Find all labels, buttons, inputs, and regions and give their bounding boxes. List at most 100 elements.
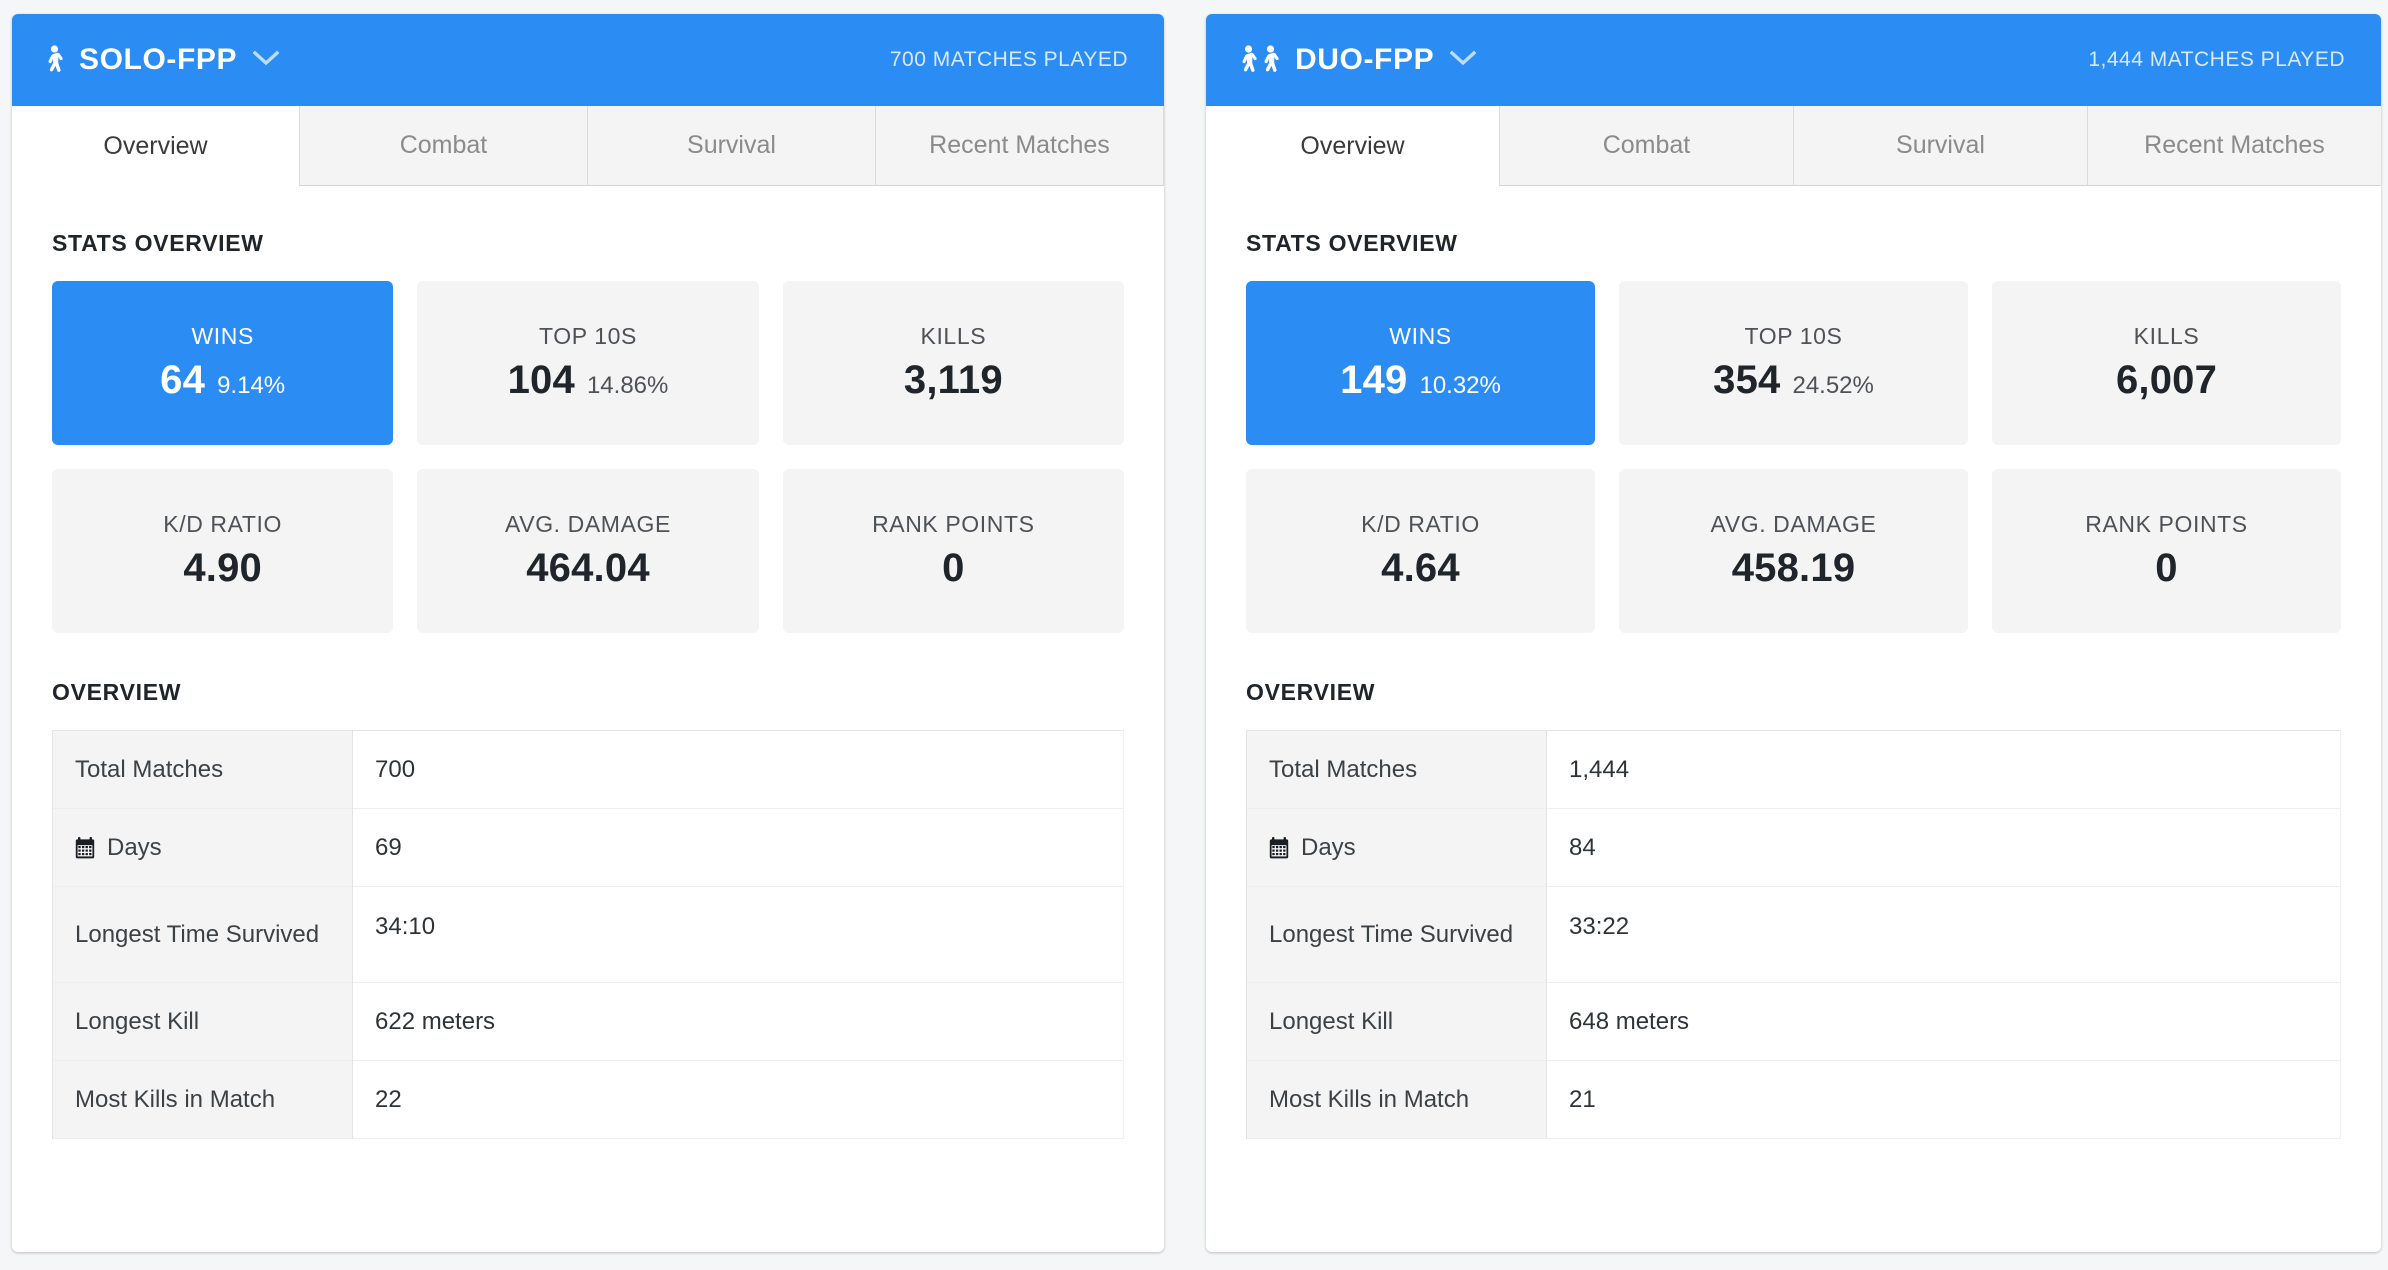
overview-title: OVERVIEW	[1246, 679, 1376, 705]
tab-label: Overview	[1300, 131, 1405, 160]
stat-card-k-d-ratio[interactable]: K/D RATIO 4.64	[1246, 469, 1595, 633]
stat-card-label: KILLS	[920, 323, 987, 349]
table-row: Days 84	[1246, 808, 2341, 887]
stat-card-wins[interactable]: WINS 64 9.14%	[52, 281, 394, 445]
overview-row-value: 21	[1546, 1060, 2341, 1139]
stat-card-top-10s[interactable]: TOP 10S 104 14.86%	[417, 281, 759, 445]
overview-row-value: 84	[1546, 808, 2341, 887]
stat-card-rank-points[interactable]: RANK POINTS 0	[1992, 469, 2341, 633]
mode-label: DUO-FPP	[1295, 43, 1435, 76]
matches-played-count: 700 MATCHES PLAYED	[889, 48, 1128, 71]
tab-bar: Overview Combat Survival Recent Matches	[1206, 106, 2381, 187]
tab-recent-matches[interactable]: Recent Matches	[2088, 106, 2381, 185]
stat-card-wins[interactable]: WINS 149 10.32%	[1246, 281, 1595, 445]
stat-card-label: K/D RATIO	[163, 511, 283, 537]
table-row: Total Matches 1,444	[1246, 730, 2341, 809]
stats-grid: WINS 64 9.14% TOP 10S 104 14.86% KILLS 3,119 K/D…	[52, 281, 1124, 633]
overview-row-key: Days	[1246, 808, 1547, 887]
overview-row-value: 622 meters	[352, 982, 1124, 1061]
overview-table: Total Matches 700 Days 69 Longest Time Survi…	[52, 730, 1124, 1139]
tab-label: Recent Matches	[929, 131, 1110, 159]
calendar-icon	[1269, 836, 1289, 859]
stat-card-avg-damage[interactable]: AVG. DAMAGE 464.04	[417, 469, 759, 633]
stat-card-value: 3,119	[903, 358, 1003, 402]
stat-card-percent: 9.14%	[217, 372, 286, 399]
stats-grid: WINS 149 10.32% TOP 10S 354 24.52% KILLS 6,007 K…	[1246, 281, 2341, 633]
stat-card-label: AVG. DAMAGE	[505, 511, 671, 537]
table-row: Longest Kill 622 meters	[52, 982, 1124, 1061]
overview-row-value: 34:10	[352, 886, 1124, 983]
overview-row-key: Longest Time Survived	[1246, 886, 1547, 983]
stat-card-value-row: 104 14.86%	[508, 358, 669, 403]
stat-card-kills[interactable]: KILLS 6,007	[1992, 281, 2341, 445]
tab-survival[interactable]: Survival	[588, 106, 876, 185]
overview-row-key: Most Kills in Match	[52, 1060, 353, 1139]
stat-card-avg-damage[interactable]: AVG. DAMAGE 458.19	[1619, 469, 1968, 633]
matches-played-count: 1,444 MATCHES PLAYED	[2088, 48, 2345, 71]
stat-card-value-row: 464.04	[526, 546, 650, 591]
mode-label: SOLO-FPP	[79, 43, 238, 76]
stat-card-top-10s[interactable]: TOP 10S 354 24.52%	[1619, 281, 1968, 445]
stat-card-value: 149	[1340, 358, 1408, 402]
tab-combat[interactable]: Combat	[300, 106, 588, 185]
chevron-down-icon[interactable]	[252, 50, 280, 71]
stat-card-percent: 24.52%	[1792, 372, 1874, 399]
stat-card-value: 458.19	[1731, 546, 1856, 590]
overview-key-label: Days	[107, 833, 162, 861]
chevron-down-icon[interactable]	[1449, 50, 1477, 71]
stat-card-label: KILLS	[2133, 323, 2200, 349]
tab-combat[interactable]: Combat	[1500, 106, 1794, 185]
stat-card-value-row: 4.64	[1381, 546, 1460, 591]
tab-overview[interactable]: Overview	[1206, 106, 1500, 187]
stat-card-label: TOP 10S	[1744, 323, 1843, 349]
stat-card-value-row: 0	[2155, 546, 2177, 591]
stat-card-percent: 14.86%	[586, 372, 669, 399]
tab-overview[interactable]: Overview	[12, 106, 300, 187]
overview-row-key: Days	[52, 808, 353, 887]
overview-row-key: Longest Kill	[52, 982, 353, 1061]
panel-body: STATS OVERVIEW WINS 149 10.32% TOP 10S 354 24.…	[1206, 186, 2381, 1139]
stat-card-label: RANK POINTS	[872, 511, 1035, 537]
tab-survival[interactable]: Survival	[1794, 106, 2088, 185]
stat-card-value-row: 354 24.52%	[1713, 358, 1874, 403]
stat-card-value: 0	[2155, 546, 2178, 590]
overview-row-value: 648 meters	[1546, 982, 2341, 1061]
tab-recent-matches[interactable]: Recent Matches	[876, 106, 1164, 185]
overview-row-key: Most Kills in Match	[1246, 1060, 1547, 1139]
stat-card-k-d-ratio[interactable]: K/D RATIO 4.90	[52, 469, 394, 633]
stat-card-value: 4.90	[183, 546, 262, 590]
stat-card-label: WINS	[1389, 323, 1452, 349]
stat-card-kills[interactable]: KILLS 3,119	[782, 281, 1124, 445]
table-row: Days 69	[52, 808, 1124, 887]
stat-card-value-row: 0	[942, 546, 964, 591]
tab-label: Combat	[399, 131, 488, 159]
tab-label: Overview	[103, 131, 208, 160]
overview-row-key: Longest Kill	[1246, 982, 1547, 1061]
stat-card-value: 464.04	[526, 546, 650, 590]
stat-card-value-row: 64 9.14%	[160, 358, 285, 403]
stat-card-value: 4.64	[1381, 546, 1460, 590]
mode-selector-solo-fpp[interactable]: SOLO-FPP	[44, 43, 280, 77]
stats-panel-duo-fpp: DUO-FPP 1,444 MATCHES PLAYED Overview Comba…	[1206, 14, 2381, 1252]
overview-title: OVERVIEW	[52, 679, 182, 705]
stat-card-label: WINS	[191, 323, 254, 349]
panel-header: DUO-FPP 1,444 MATCHES PLAYED	[1206, 14, 2381, 106]
calendar-icon	[75, 836, 95, 859]
stat-card-value-row: 4.90	[183, 546, 262, 591]
table-row: Total Matches 700	[52, 730, 1124, 809]
stat-card-rank-points[interactable]: RANK POINTS 0	[782, 469, 1124, 633]
mode-selector-duo-fpp[interactable]: DUO-FPP	[1238, 43, 1477, 77]
overview-row-value: 1,444	[1546, 730, 2341, 809]
stat-card-value-row: 149 10.32%	[1340, 358, 1501, 403]
panel-header: SOLO-FPP 700 MATCHES PLAYED	[12, 14, 1164, 106]
stat-card-value: 6,007	[2115, 358, 2218, 402]
stats-overview-title: STATS OVERVIEW	[1246, 230, 1458, 256]
stat-card-label: TOP 10S	[539, 323, 637, 349]
tab-label: Combat	[1602, 131, 1691, 159]
tab-label: Survival	[1896, 131, 1985, 159]
stat-card-label: RANK POINTS	[2085, 511, 2248, 537]
overview-row-value: 700	[352, 730, 1124, 809]
stat-card-label: AVG. DAMAGE	[1710, 511, 1877, 537]
panel-body: STATS OVERVIEW WINS 64 9.14% TOP 10S 104 14.86…	[12, 186, 1164, 1139]
overview-row-key: Total Matches	[1246, 730, 1547, 809]
